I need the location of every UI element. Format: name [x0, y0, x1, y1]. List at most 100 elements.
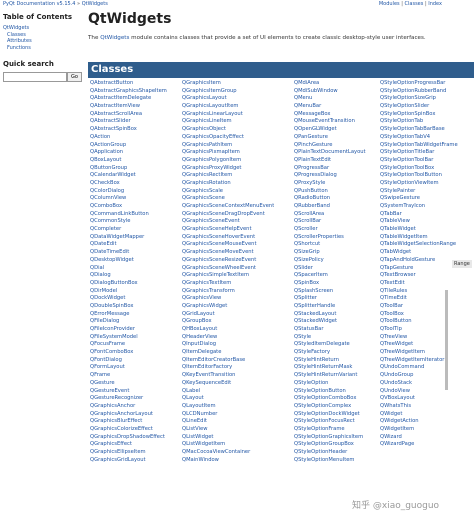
- class-link[interactable]: QGraphicsGridLayout: [90, 457, 182, 465]
- class-link[interactable]: QMessageBox: [294, 111, 386, 119]
- class-link[interactable]: QStyleOptionProgressBar: [380, 80, 472, 88]
- class-link[interactable]: QStackedLayout: [294, 311, 386, 319]
- class-link[interactable]: QAbstractSpinBox: [90, 126, 182, 134]
- class-link[interactable]: QGraphicsOpacityEffect: [182, 134, 274, 142]
- class-link[interactable]: QUndoCommand: [380, 364, 472, 372]
- class-link[interactable]: QAbstractGraphicsShapeItem: [90, 88, 182, 96]
- class-link[interactable]: QTreeWidgetItemIterator: [380, 357, 472, 365]
- class-link[interactable]: QMacCocoaViewContainer: [182, 449, 274, 457]
- class-link[interactable]: QStyleOptionToolBar: [380, 157, 472, 165]
- class-link[interactable]: QStyleOptionRubberBand: [380, 88, 472, 96]
- class-link[interactable]: QHBoxLayout: [182, 326, 274, 334]
- toc-item-attributes[interactable]: Attributes: [3, 38, 32, 45]
- class-link[interactable]: QToolTip: [380, 326, 472, 334]
- class-link[interactable]: QDesktopWidget: [90, 257, 182, 265]
- classes-link[interactable]: Classes: [405, 1, 424, 7]
- class-link[interactable]: QTableWidgetSelectionRange: [380, 241, 472, 249]
- class-link[interactable]: QOpenGLWidget: [294, 126, 386, 134]
- class-link[interactable]: QScrollArea: [294, 211, 386, 219]
- class-link[interactable]: QSystemTrayIcon: [380, 203, 472, 211]
- class-link[interactable]: QPlainTextEdit: [294, 157, 386, 165]
- class-link[interactable]: QTextEdit: [380, 280, 472, 288]
- class-link[interactable]: QStyleOptionFrame: [294, 426, 386, 434]
- class-link[interactable]: QMdiArea: [294, 80, 386, 88]
- class-link[interactable]: QFontComboBox: [90, 349, 182, 357]
- class-link[interactable]: QGraphicsLineItem: [182, 118, 274, 126]
- class-link[interactable]: QColorDialog: [90, 188, 182, 196]
- class-link[interactable]: QAbstractItemView: [90, 103, 182, 111]
- class-link[interactable]: QStyleOptionButton: [294, 388, 386, 396]
- class-link[interactable]: QSlider: [294, 265, 386, 273]
- class-link[interactable]: QStyleOptionSpinBox: [380, 111, 472, 119]
- class-link[interactable]: QMenuBar: [294, 103, 386, 111]
- class-link[interactable]: QButtonGroup: [90, 165, 182, 173]
- class-link[interactable]: QGraphicsTextItem: [182, 280, 274, 288]
- class-link[interactable]: QStyleHintReturn: [294, 357, 386, 365]
- class-link[interactable]: QToolBar: [380, 303, 472, 311]
- class-link[interactable]: QStyleOptionTabV4: [380, 134, 472, 142]
- class-link[interactable]: QGraphicsTransform: [182, 288, 274, 296]
- class-link[interactable]: QFormLayout: [90, 364, 182, 372]
- class-link[interactable]: QTabBar: [380, 211, 472, 219]
- class-link[interactable]: QCalendarWidget: [90, 172, 182, 180]
- class-link[interactable]: QWizard: [380, 434, 472, 442]
- class-link[interactable]: QSplitter: [294, 295, 386, 303]
- class-link[interactable]: QSizeGrip: [294, 249, 386, 257]
- class-link[interactable]: QGestureRecognizer: [90, 395, 182, 403]
- class-link[interactable]: QStyleOptionComplex: [294, 403, 386, 411]
- class-link[interactable]: [380, 457, 472, 465]
- class-link[interactable]: QGraphicsItemGroup: [182, 88, 274, 96]
- class-link[interactable]: QErrorMessage: [90, 311, 182, 319]
- class-link[interactable]: [380, 449, 472, 457]
- class-link[interactable]: QAbstractSlider: [90, 118, 182, 126]
- class-link[interactable]: QColumnView: [90, 195, 182, 203]
- class-link[interactable]: QStyleOption: [294, 380, 386, 388]
- class-link[interactable]: QCheckBox: [90, 180, 182, 188]
- class-link[interactable]: QGroupBox: [182, 318, 274, 326]
- class-link[interactable]: QUndoView: [380, 388, 472, 396]
- class-link[interactable]: QStyleOptionToolButton: [380, 172, 472, 180]
- class-link[interactable]: QBoxLayout: [90, 157, 182, 165]
- class-link[interactable]: QStyleOptionTitleBar: [380, 149, 472, 157]
- class-link[interactable]: QStyleOptionToolBox: [380, 165, 472, 173]
- class-link[interactable]: QPlainTextDocumentLayout: [294, 149, 386, 157]
- class-link[interactable]: QGraphicsScene: [182, 195, 274, 203]
- class-link[interactable]: QStackedWidget: [294, 318, 386, 326]
- class-link[interactable]: QPushButton: [294, 188, 386, 196]
- class-link[interactable]: QMdiSubWindow: [294, 88, 386, 96]
- class-link[interactable]: QHeaderView: [182, 334, 274, 342]
- class-link[interactable]: QGraphicsLinearLayout: [182, 111, 274, 119]
- class-link[interactable]: QStyleOptionHeader: [294, 449, 386, 457]
- class-link[interactable]: QGridLayout: [182, 311, 274, 319]
- class-link[interactable]: QKeyEventTransition: [182, 372, 274, 380]
- class-link[interactable]: QDoubleSpinBox: [90, 303, 182, 311]
- class-link[interactable]: QCommandLinkButton: [90, 211, 182, 219]
- class-link[interactable]: QStylePainter: [380, 188, 472, 196]
- class-link[interactable]: QTileRules: [380, 288, 472, 296]
- class-link[interactable]: QFileIconProvider: [90, 326, 182, 334]
- class-link[interactable]: QScroller: [294, 226, 386, 234]
- class-link[interactable]: QStyleOptionMenuItem: [294, 457, 386, 465]
- class-link[interactable]: QLayout: [182, 395, 274, 403]
- class-link[interactable]: QDialog: [90, 272, 182, 280]
- class-link[interactable]: QGraphicsSceneMouseEvent: [182, 241, 274, 249]
- class-link[interactable]: QGraphicsSceneHelpEvent: [182, 226, 274, 234]
- class-link[interactable]: QGraphicsObject: [182, 126, 274, 134]
- class-link[interactable]: QProgressDialog: [294, 172, 386, 180]
- class-link[interactable]: QTreeWidgetItem: [380, 349, 472, 357]
- class-link[interactable]: QListView: [182, 426, 274, 434]
- class-link[interactable]: QWizardPage: [380, 441, 472, 449]
- qtwidgets-link[interactable]: QtWidgets: [100, 35, 129, 41]
- class-link[interactable]: QStyleOptionSizeGrip: [380, 95, 472, 103]
- class-link[interactable]: QMenu: [294, 95, 386, 103]
- class-link[interactable]: QStyledItemDelegate: [294, 341, 386, 349]
- class-link[interactable]: QFrame: [90, 372, 182, 380]
- class-link[interactable]: QStyleOptionComboBox: [294, 395, 386, 403]
- class-link[interactable]: QSpacerItem: [294, 272, 386, 280]
- class-link[interactable]: QStyle: [294, 334, 386, 342]
- class-link[interactable]: QStatusBar: [294, 326, 386, 334]
- class-link[interactable]: QStyleOptionTab: [380, 118, 472, 126]
- class-link[interactable]: QTableView: [380, 218, 472, 226]
- class-link[interactable]: QStyleOptionViewItem: [380, 180, 472, 188]
- class-link[interactable]: QFileSystemModel: [90, 334, 182, 342]
